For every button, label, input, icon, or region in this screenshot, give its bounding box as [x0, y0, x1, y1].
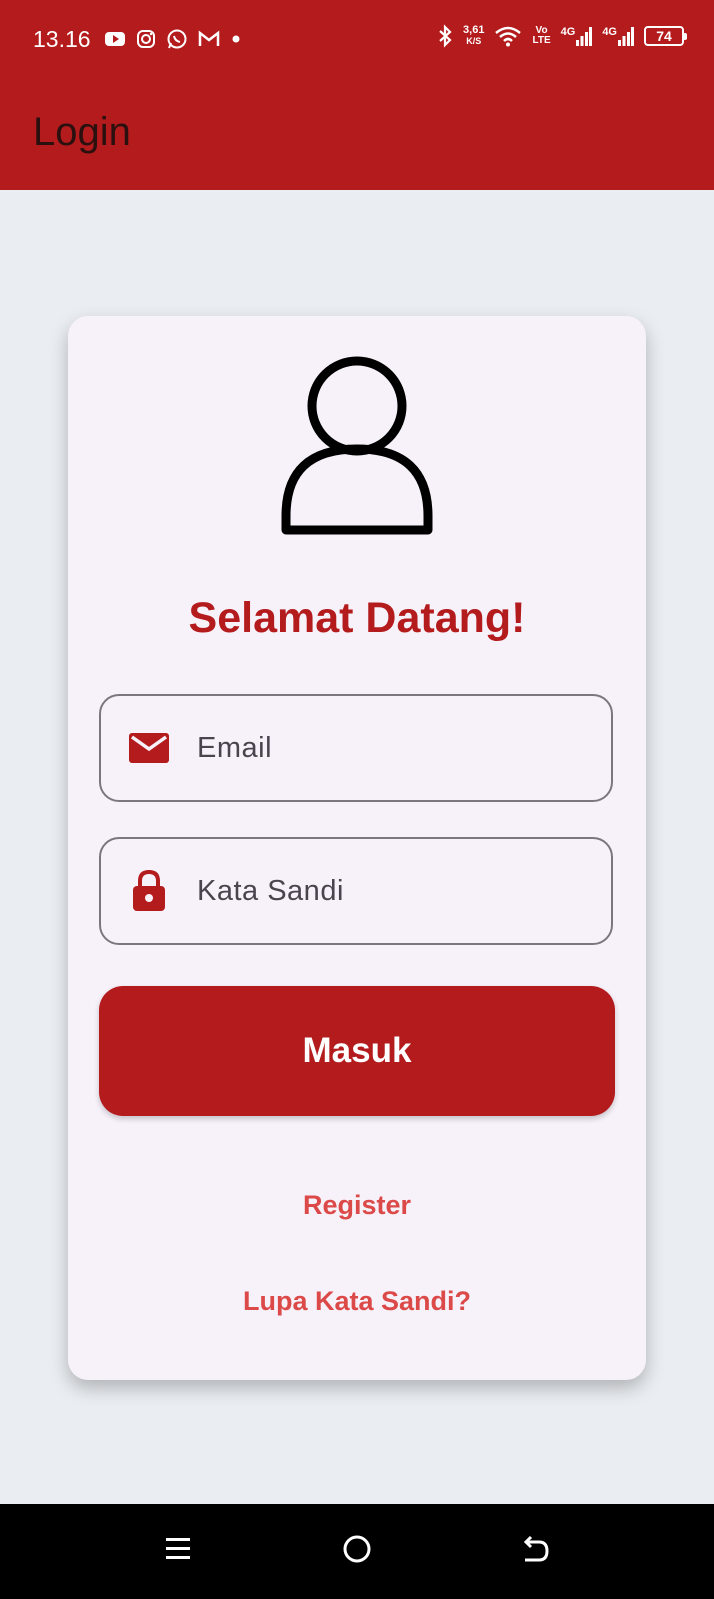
login-button[interactable]: Masuk — [99, 986, 615, 1116]
status-time: 13.16 — [33, 26, 91, 52]
recent-apps-icon[interactable] — [164, 1534, 192, 1564]
login-card: Selamat Datang! Masuk Register Lupa Kata… — [68, 316, 646, 1380]
network-type-2: 4G — [602, 26, 617, 38]
gmail-icon — [198, 30, 220, 46]
forgot-password-link[interactable]: Lupa Kata Sandi? — [68, 1286, 646, 1317]
system-navigation-bar — [0, 1504, 714, 1599]
lock-icon — [127, 869, 171, 913]
welcome-heading: Selamat Datang! — [188, 594, 526, 642]
instagram-icon — [137, 30, 155, 48]
password-field[interactable] — [99, 837, 613, 945]
bluetooth-icon — [439, 24, 452, 48]
network-speed: 3,61 K/S — [463, 25, 484, 47]
volte-indicator: Vo LTE — [532, 26, 550, 46]
email-field[interactable] — [99, 694, 613, 802]
signal-bars-icon — [618, 27, 634, 46]
battery-indicator: 74 — [644, 26, 687, 46]
signal-bars-icon — [576, 27, 593, 46]
signal-1: 4G — [561, 26, 593, 46]
page-title: Login — [33, 110, 131, 154]
status-right-icons: 3,61 K/S Vo LTE 4G 4G 74 — [437, 24, 687, 48]
speed-value: 3,61 — [463, 24, 485, 36]
signal-2: 4G — [602, 26, 634, 46]
mail-icon — [127, 726, 171, 770]
speed-unit: K/S — [466, 36, 482, 46]
network-type-1: 4G — [560, 26, 576, 38]
register-link[interactable]: Register — [68, 1190, 646, 1221]
password-input[interactable] — [195, 873, 599, 909]
notification-icons — [104, 28, 242, 50]
email-input[interactable] — [195, 730, 599, 766]
dot-icon — [232, 35, 240, 43]
app-bar: Login — [0, 82, 714, 190]
home-icon[interactable] — [342, 1534, 372, 1564]
volte-bottom: LTE — [532, 35, 551, 46]
youtube-icon — [105, 32, 125, 46]
back-icon[interactable] — [521, 1534, 551, 1564]
status-bar: 13.16 3,61 K/S Vo LTE 4G 4G 74 — [0, 0, 714, 82]
battery-level: 74 — [656, 28, 672, 44]
whatsapp-icon — [167, 29, 187, 49]
wifi-icon — [495, 26, 522, 47]
person-outline-icon — [281, 356, 433, 535]
